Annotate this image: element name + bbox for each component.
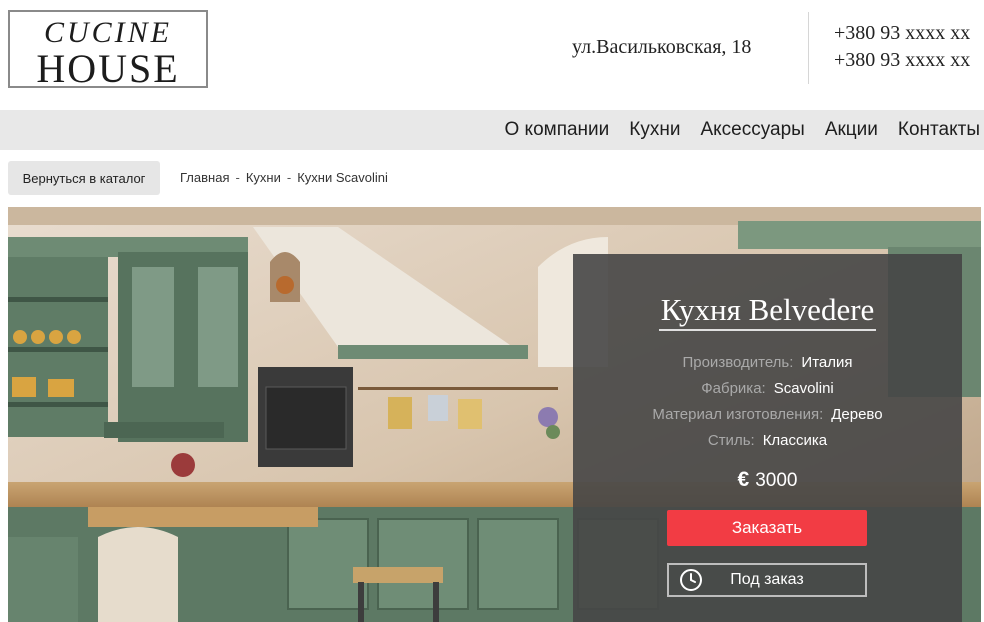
spec-label: Производитель:	[682, 354, 794, 371]
spec-row-material: Материал изготовления: Дерево	[573, 402, 962, 428]
breadcrumb-home[interactable]: Главная	[180, 170, 229, 185]
product-specs: Производитель: Италия Фабрика: Scavolini М…	[573, 350, 962, 454]
spec-row-style: Стиль: Классика	[573, 428, 962, 454]
header-divider	[808, 12, 809, 84]
breadcrumb-kitchens[interactable]: Кухни	[246, 170, 281, 185]
logo-line-2: HOUSE	[36, 46, 180, 91]
spec-row-factory: Фабрика: Scavolini	[573, 376, 962, 402]
order-button[interactable]: Заказать	[667, 510, 867, 546]
nav-item-about[interactable]: О компании	[504, 119, 609, 141]
product-hero: Кухня Belvedere Производитель: Италия Фаб…	[8, 207, 981, 622]
custom-order-button[interactable]: Под заказ	[667, 563, 867, 597]
currency-symbol: €	[737, 468, 750, 491]
breadcrumb-current: Кухни Scavolini	[297, 170, 388, 185]
phone-list: +380 93 xxxx xx +380 93 xxxx xx	[834, 20, 970, 74]
price-value: 3000	[755, 470, 798, 491]
spec-label: Стиль:	[707, 432, 755, 449]
site-logo[interactable]: CUCINE HOUSE	[8, 10, 208, 91]
clock-icon	[679, 568, 703, 597]
logo-line-1: CUCINE	[43, 16, 172, 49]
custom-order-label: Под заказ	[730, 571, 804, 588]
nav-item-kitchens[interactable]: Кухни	[629, 119, 680, 141]
spec-label: Материал изготовления:	[652, 406, 824, 423]
phone-number-1[interactable]: +380 93 xxxx xx	[834, 20, 970, 47]
nav-item-accessories[interactable]: Аксессуары	[700, 119, 804, 141]
breadcrumb-separator: -	[286, 170, 292, 185]
phone-number-2[interactable]: +380 93 xxxx xx	[834, 47, 970, 74]
product-price: €3000	[573, 468, 962, 492]
main-nav: О компании Кухни Аксессуары Акции Контак…	[0, 110, 984, 150]
nav-item-promotions[interactable]: Акции	[825, 119, 878, 141]
spec-value: Италия	[801, 354, 853, 371]
spec-value: Scavolini	[773, 380, 834, 397]
product-title: Кухня Belvedere	[573, 292, 962, 331]
nav-item-contacts[interactable]: Контакты	[898, 119, 980, 141]
breadcrumb: Главная - Кухни - Кухни Scavolini	[180, 170, 388, 185]
spec-value: Классика	[762, 432, 828, 449]
spec-value: Дерево	[831, 406, 883, 423]
product-title-text: Кухня Belvedere	[658, 292, 877, 331]
store-address: ул.Васильковская, 18	[572, 36, 752, 58]
spec-row-manufacturer: Производитель: Италия	[573, 350, 962, 376]
product-info-panel: Кухня Belvedere Производитель: Италия Фаб…	[573, 254, 962, 622]
site-header: CUCINE HOUSE ул.Васильковская, 18 +380 9…	[0, 0, 984, 110]
back-to-catalog-button[interactable]: Вернуться в каталог	[8, 161, 160, 195]
breadcrumb-separator: -	[235, 170, 240, 185]
spec-label: Фабрика:	[701, 380, 766, 397]
